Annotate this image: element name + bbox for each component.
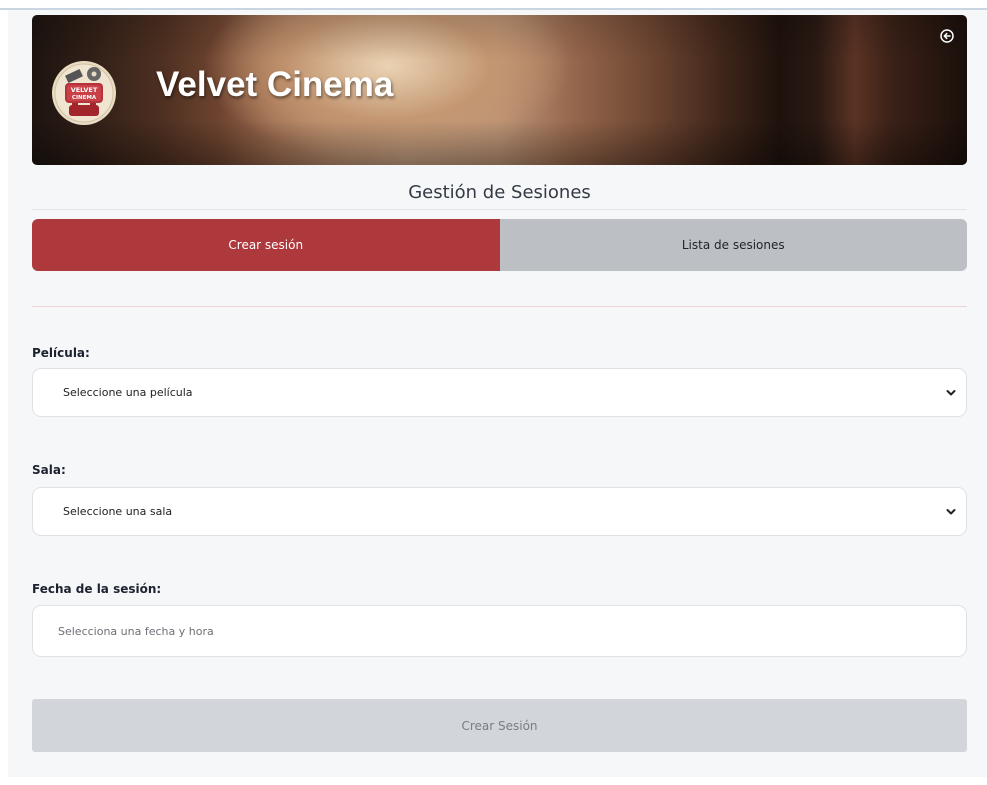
tab-session-list[interactable]: Lista de sesiones [499, 219, 967, 271]
room-select[interactable]: Seleccione una sala [32, 487, 967, 536]
page-title: Gestión de Sesiones [408, 182, 591, 203]
tab-bar: Crear sesión Lista de sesiones [32, 219, 967, 271]
title-divider [32, 209, 967, 210]
svg-text:CINEMA: CINEMA [72, 95, 97, 101]
header-banner: VELVET CINEMA Velvet Cinema [32, 15, 967, 165]
movie-select[interactable]: Seleccione una película [32, 368, 967, 417]
movie-select-value: Seleccione una película [63, 386, 193, 399]
svg-text:VELVET: VELVET [71, 86, 98, 94]
movie-label: Película: [32, 346, 90, 360]
datetime-input[interactable]: Selecciona una fecha y hora [32, 605, 967, 657]
chevron-down-icon [946, 508, 956, 514]
form-divider [32, 306, 967, 307]
room-select-value: Seleccione una sala [63, 505, 173, 518]
datetime-placeholder: Selecciona una fecha y hora [58, 624, 214, 638]
datetime-label: Fecha de la sesión: [32, 582, 162, 596]
tab-create-session[interactable]: Crear sesión [32, 219, 500, 271]
logout-icon[interactable] [940, 29, 954, 43]
cinema-logo: VELVET CINEMA [52, 61, 116, 125]
create-session-button[interactable]: Crear Sesión [32, 699, 967, 752]
brand-title: Velvet Cinema [156, 65, 394, 104]
chevron-down-icon [946, 389, 956, 395]
room-label: Sala: [32, 463, 66, 477]
